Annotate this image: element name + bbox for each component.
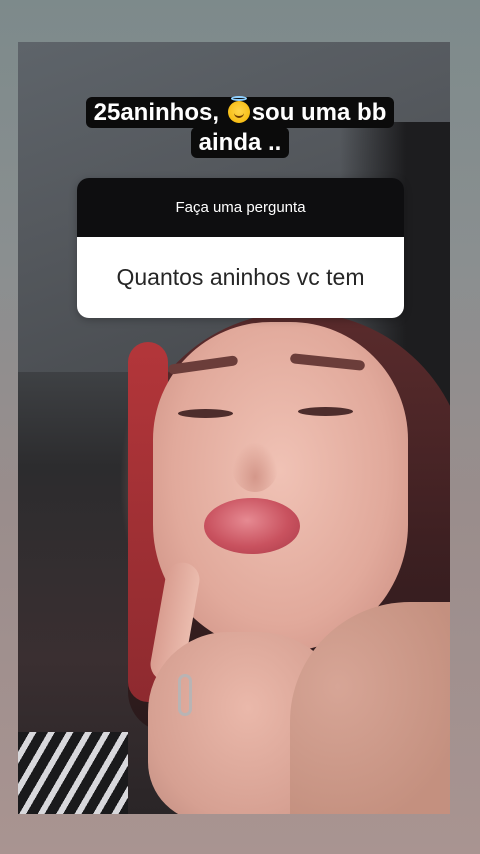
ring [178, 674, 192, 716]
nose [232, 442, 278, 492]
left-eye [178, 409, 233, 418]
caption-text-sticker[interactable]: 25aninhos, sou uma bb ainda .. [0, 96, 480, 158]
story-view[interactable]: 25aninhos, sou uma bb ainda .. Faça uma … [0, 0, 480, 854]
striped-shirt [18, 732, 128, 814]
question-sticker-header: Faça uma pergunta [77, 178, 404, 237]
caption-line-1: 25aninhos, sou uma bb [85, 96, 395, 128]
lips [204, 498, 300, 554]
caption-line-1-end: sou uma bb [251, 99, 387, 126]
question-sticker[interactable]: Faça uma pergunta Quantos aninhos vc tem [77, 178, 404, 318]
halo-smile-emoji-icon [227, 96, 250, 123]
question-sticker-answer: Quantos aninhos vc tem [77, 237, 404, 318]
caption-line-1-start: 25aninhos, [93, 99, 226, 126]
right-eye [298, 407, 353, 416]
caption-line-2: ainda .. [190, 127, 290, 158]
